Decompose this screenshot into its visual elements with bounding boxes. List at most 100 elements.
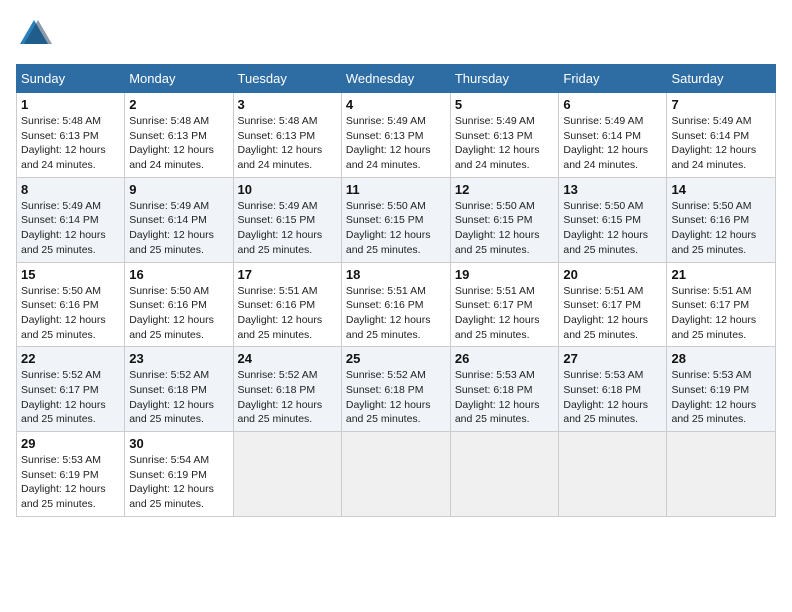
- day-info: Sunrise: 5:51 AM Sunset: 6:16 PM Dayligh…: [346, 284, 446, 343]
- calendar-cell: 27 Sunrise: 5:53 AM Sunset: 6:18 PM Dayli…: [559, 347, 667, 432]
- day-info: Sunrise: 5:49 AM Sunset: 6:14 PM Dayligh…: [563, 114, 662, 173]
- calendar-cell: 11 Sunrise: 5:50 AM Sunset: 6:15 PM Dayli…: [341, 177, 450, 262]
- day-info: Sunrise: 5:50 AM Sunset: 6:16 PM Dayligh…: [671, 199, 771, 258]
- calendar-cell: 12Sunrise: 5:50 AM Sunset: 6:15 PM Dayli…: [450, 177, 559, 262]
- day-number: 6: [563, 97, 662, 112]
- day-number: 5: [455, 97, 555, 112]
- day-info: Sunrise: 5:49 AM Sunset: 6:13 PM Dayligh…: [346, 114, 446, 173]
- day-number: 18: [346, 267, 446, 282]
- calendar-cell: 13 Sunrise: 5:50 AM Sunset: 6:15 PM Dayli…: [559, 177, 667, 262]
- day-info: Sunrise: 5:52 AM Sunset: 6:18 PM Dayligh…: [346, 368, 446, 427]
- day-number: 8: [21, 182, 120, 197]
- day-number: 1: [21, 97, 120, 112]
- calendar-week-row: 8 Sunrise: 5:49 AM Sunset: 6:14 PM Daylig…: [17, 177, 776, 262]
- day-info: Sunrise: 5:50 AM Sunset: 6:15 PM Dayligh…: [563, 199, 662, 258]
- day-number: 25: [346, 351, 446, 366]
- weekday-header-friday: Friday: [559, 65, 667, 93]
- day-info: Sunrise: 5:49 AM Sunset: 6:14 PM Dayligh…: [129, 199, 228, 258]
- calendar-cell: 4 Sunrise: 5:49 AM Sunset: 6:13 PM Daylig…: [341, 93, 450, 178]
- calendar-header-row: SundayMondayTuesdayWednesdayThursdayFrid…: [17, 65, 776, 93]
- calendar-cell: [559, 432, 667, 517]
- day-info: Sunrise: 5:49 AM Sunset: 6:14 PM Dayligh…: [671, 114, 771, 173]
- calendar-cell: 17Sunrise: 5:51 AM Sunset: 6:16 PM Dayli…: [233, 262, 341, 347]
- calendar-cell: 16 Sunrise: 5:50 AM Sunset: 6:16 PM Dayli…: [125, 262, 233, 347]
- calendar-cell: 10 Sunrise: 5:49 AM Sunset: 6:15 PM Dayli…: [233, 177, 341, 262]
- day-number: 24: [238, 351, 337, 366]
- day-number: 14: [671, 182, 771, 197]
- calendar-cell: 14 Sunrise: 5:50 AM Sunset: 6:16 PM Dayli…: [667, 177, 776, 262]
- day-info: Sunrise: 5:51 AM Sunset: 6:17 PM Dayligh…: [671, 284, 771, 343]
- calendar-cell: 6 Sunrise: 5:49 AM Sunset: 6:14 PM Daylig…: [559, 93, 667, 178]
- day-info: Sunrise: 5:53 AM Sunset: 6:18 PM Dayligh…: [563, 368, 662, 427]
- day-info: Sunrise: 5:49 AM Sunset: 6:14 PM Dayligh…: [21, 199, 120, 258]
- day-info: Sunrise: 5:51 AM Sunset: 6:17 PM Dayligh…: [563, 284, 662, 343]
- day-number: 27: [563, 351, 662, 366]
- day-number: 2: [129, 97, 228, 112]
- day-info: Sunrise: 5:52 AM Sunset: 6:17 PM Dayligh…: [21, 368, 120, 427]
- day-number: 15: [21, 267, 120, 282]
- calendar-table: SundayMondayTuesdayWednesdayThursdayFrid…: [16, 64, 776, 517]
- day-number: 10: [238, 182, 337, 197]
- day-number: 22: [21, 351, 120, 366]
- day-info: Sunrise: 5:48 AM Sunset: 6:13 PM Dayligh…: [21, 114, 120, 173]
- day-number: 9: [129, 182, 228, 197]
- calendar-cell: 21Sunrise: 5:51 AM Sunset: 6:17 PM Dayli…: [667, 262, 776, 347]
- day-number: 20: [563, 267, 662, 282]
- logo: [16, 16, 58, 52]
- day-number: 16: [129, 267, 228, 282]
- day-number: 26: [455, 351, 555, 366]
- day-info: Sunrise: 5:48 AM Sunset: 6:13 PM Dayligh…: [129, 114, 228, 173]
- calendar-cell: 23Sunrise: 5:52 AM Sunset: 6:18 PM Dayli…: [125, 347, 233, 432]
- day-info: Sunrise: 5:49 AM Sunset: 6:15 PM Dayligh…: [238, 199, 337, 258]
- day-info: Sunrise: 5:49 AM Sunset: 6:13 PM Dayligh…: [455, 114, 555, 173]
- calendar-cell: 5 Sunrise: 5:49 AM Sunset: 6:13 PM Daylig…: [450, 93, 559, 178]
- calendar-cell: 7Sunrise: 5:49 AM Sunset: 6:14 PM Daylig…: [667, 93, 776, 178]
- day-info: Sunrise: 5:51 AM Sunset: 6:16 PM Dayligh…: [238, 284, 337, 343]
- day-number: 4: [346, 97, 446, 112]
- day-number: 11: [346, 182, 446, 197]
- calendar-cell: 3Sunrise: 5:48 AM Sunset: 6:13 PM Daylig…: [233, 93, 341, 178]
- calendar-cell: 18 Sunrise: 5:51 AM Sunset: 6:16 PM Dayli…: [341, 262, 450, 347]
- day-info: Sunrise: 5:53 AM Sunset: 6:19 PM Dayligh…: [671, 368, 771, 427]
- calendar-cell: 2 Sunrise: 5:48 AM Sunset: 6:13 PM Daylig…: [125, 93, 233, 178]
- day-info: Sunrise: 5:50 AM Sunset: 6:16 PM Dayligh…: [129, 284, 228, 343]
- calendar-cell: [450, 432, 559, 517]
- day-number: 28: [671, 351, 771, 366]
- calendar-cell: 25 Sunrise: 5:52 AM Sunset: 6:18 PM Dayli…: [341, 347, 450, 432]
- calendar-week-row: 1 Sunrise: 5:48 AM Sunset: 6:13 PM Daylig…: [17, 93, 776, 178]
- calendar-cell: 28 Sunrise: 5:53 AM Sunset: 6:19 PM Dayli…: [667, 347, 776, 432]
- calendar-cell: 1 Sunrise: 5:48 AM Sunset: 6:13 PM Daylig…: [17, 93, 125, 178]
- calendar-cell: 20 Sunrise: 5:51 AM Sunset: 6:17 PM Dayli…: [559, 262, 667, 347]
- calendar-week-row: 22 Sunrise: 5:52 AM Sunset: 6:17 PM Dayli…: [17, 347, 776, 432]
- day-number: 3: [238, 97, 337, 112]
- calendar-cell: 9 Sunrise: 5:49 AM Sunset: 6:14 PM Daylig…: [125, 177, 233, 262]
- calendar-cell: [233, 432, 341, 517]
- day-info: Sunrise: 5:53 AM Sunset: 6:19 PM Dayligh…: [21, 453, 120, 512]
- calendar-cell: [667, 432, 776, 517]
- day-info: Sunrise: 5:52 AM Sunset: 6:18 PM Dayligh…: [238, 368, 337, 427]
- calendar-cell: 26Sunrise: 5:53 AM Sunset: 6:18 PM Dayli…: [450, 347, 559, 432]
- day-number: 30: [129, 436, 228, 451]
- calendar-cell: 22 Sunrise: 5:52 AM Sunset: 6:17 PM Dayli…: [17, 347, 125, 432]
- calendar-week-row: 15 Sunrise: 5:50 AM Sunset: 6:16 PM Dayli…: [17, 262, 776, 347]
- day-number: 13: [563, 182, 662, 197]
- weekday-header-thursday: Thursday: [450, 65, 559, 93]
- weekday-header-saturday: Saturday: [667, 65, 776, 93]
- day-info: Sunrise: 5:50 AM Sunset: 6:15 PM Dayligh…: [346, 199, 446, 258]
- page-header: [16, 16, 776, 52]
- day-info: Sunrise: 5:52 AM Sunset: 6:18 PM Dayligh…: [129, 368, 228, 427]
- calendar-cell: 24 Sunrise: 5:52 AM Sunset: 6:18 PM Dayli…: [233, 347, 341, 432]
- calendar-cell: 8 Sunrise: 5:49 AM Sunset: 6:14 PM Daylig…: [17, 177, 125, 262]
- weekday-header-wednesday: Wednesday: [341, 65, 450, 93]
- calendar-cell: [341, 432, 450, 517]
- weekday-header-monday: Monday: [125, 65, 233, 93]
- day-info: Sunrise: 5:51 AM Sunset: 6:17 PM Dayligh…: [455, 284, 555, 343]
- weekday-header-tuesday: Tuesday: [233, 65, 341, 93]
- calendar-cell: 19Sunrise: 5:51 AM Sunset: 6:17 PM Dayli…: [450, 262, 559, 347]
- logo-icon: [16, 16, 52, 52]
- day-number: 12: [455, 182, 555, 197]
- day-info: Sunrise: 5:54 AM Sunset: 6:19 PM Dayligh…: [129, 453, 228, 512]
- calendar-cell: 15Sunrise: 5:50 AM Sunset: 6:16 PM Dayli…: [17, 262, 125, 347]
- calendar-cell: 29 Sunrise: 5:53 AM Sunset: 6:19 PM Dayli…: [17, 432, 125, 517]
- day-number: 29: [21, 436, 120, 451]
